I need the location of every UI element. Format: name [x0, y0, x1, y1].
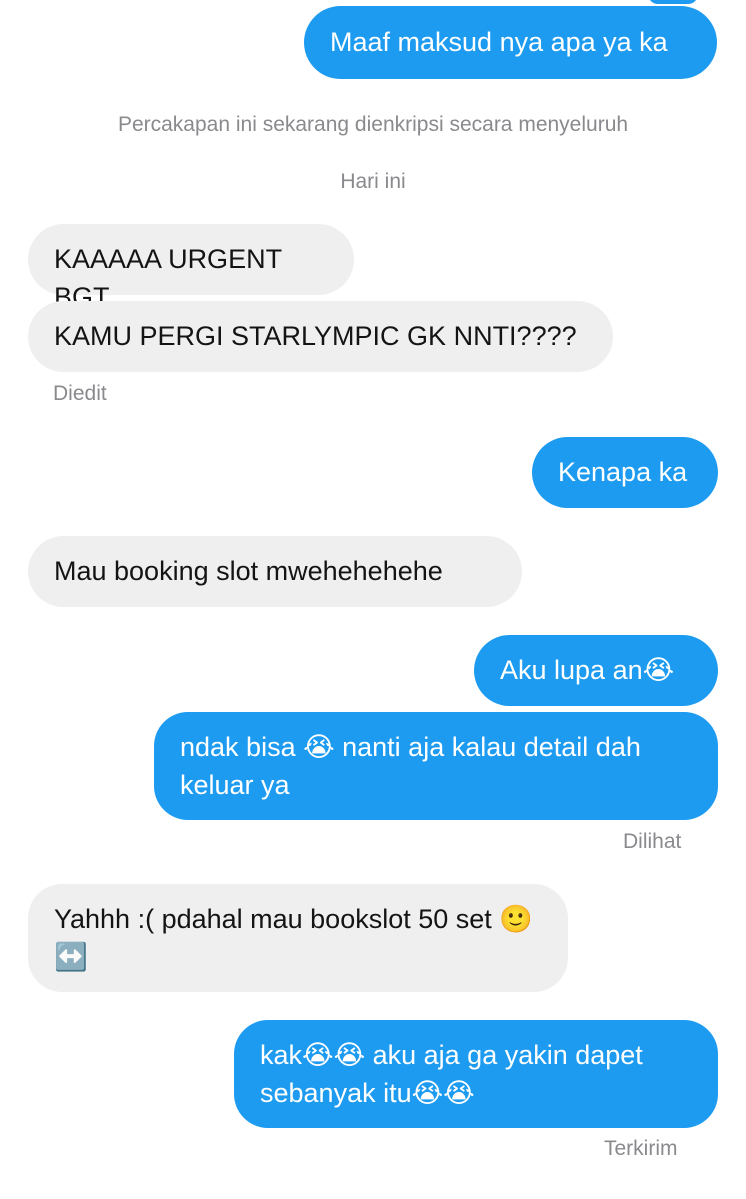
date-divider: Hari ini [340, 170, 406, 193]
edited-label: Diedit [53, 382, 107, 405]
message-bubble-outgoing[interactable]: Kenapa ka [532, 437, 718, 508]
message-bubble-incoming[interactable]: Yahhh :( pdahal mau bookslot 50 set 🙂↔️ [28, 884, 568, 992]
message-bubble-incoming[interactable]: KAMU PERGI STARLYMPIC GK NNTI???? [28, 301, 613, 372]
message-bubble-outgoing[interactable]: ndak bisa 😭 nanti aja kalau detail dah k… [154, 712, 718, 820]
sent-status: Terkirim [604, 1137, 678, 1160]
seen-status: Dilihat [623, 830, 682, 853]
message-bubble-outgoing[interactable]: kak😭😭 aku aja ga yakin dapet sebanyak it… [234, 1020, 718, 1128]
message-bubble-outgoing[interactable]: Maaf maksud nya apa ya ka [304, 6, 717, 79]
message-bubble-outgoing[interactable]: Aku lupa an😭 [474, 635, 718, 706]
message-bubble-incoming[interactable]: Mau booking slot mwehehehehe [28, 536, 522, 607]
message-bubble-incoming[interactable]: KAAAAA URGENT BGT [28, 224, 354, 312]
encryption-notice: Percakapan ini sekarang dienkripsi secar… [117, 113, 629, 136]
message-bubble-outgoing-partial[interactable] [648, 0, 698, 4]
